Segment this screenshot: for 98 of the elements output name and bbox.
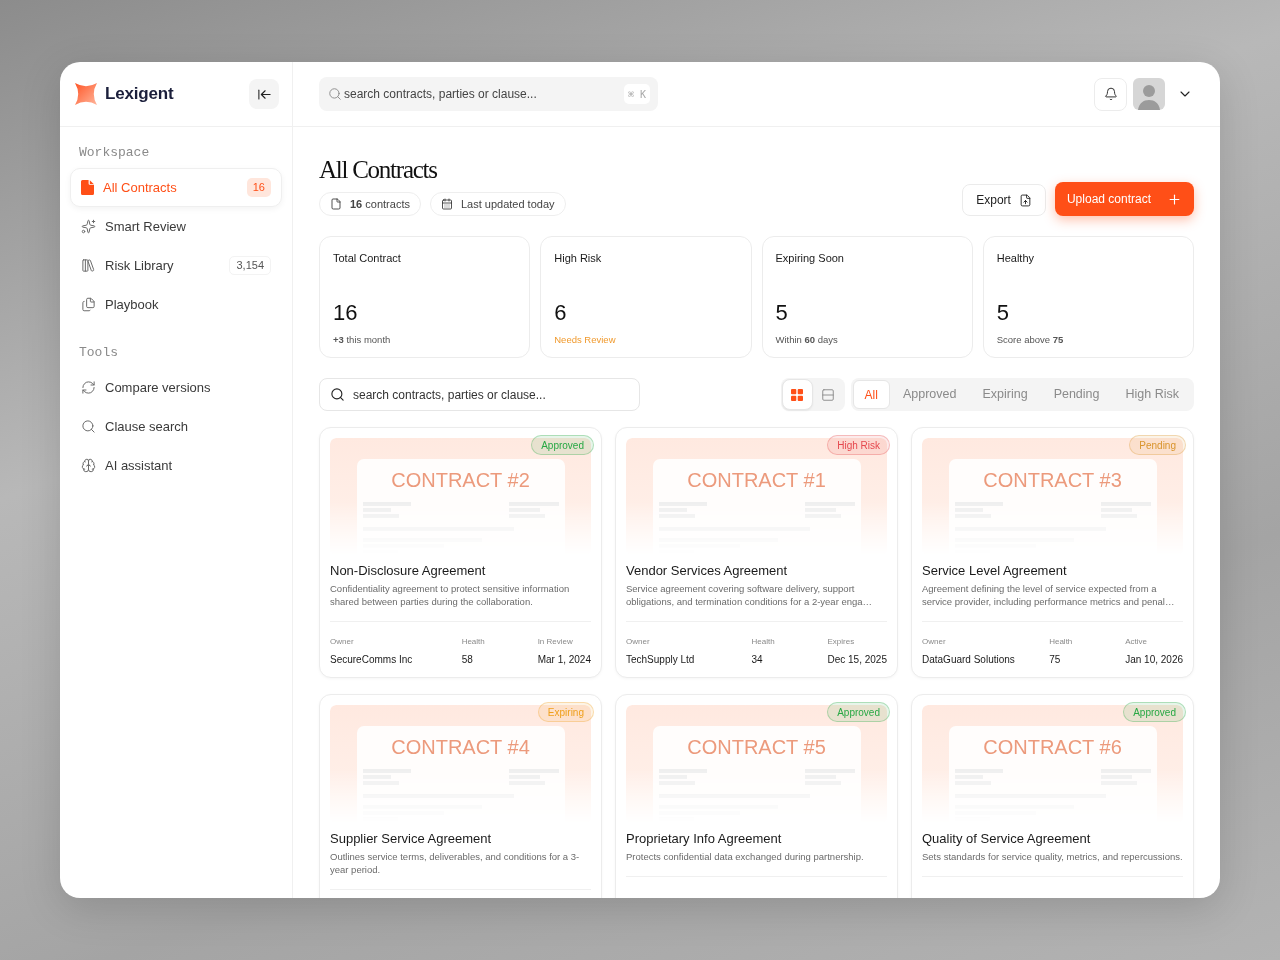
stat-value: 5 [775, 300, 788, 326]
status-badge: Approved [531, 435, 594, 455]
sidebar-item[interactable]: Smart Review [70, 207, 282, 246]
stat-label: Total Contract [333, 251, 401, 265]
meta-value: TechSupply Ltd [626, 653, 695, 666]
contract-description: Protects confidential data exchanged during partnership. [626, 850, 865, 863]
brand-name: Lexigent [105, 83, 174, 106]
contract-title: Quality of Service Agreement [922, 830, 1091, 848]
stat-value: 5 [996, 300, 1009, 326]
status-badge: Expiring [537, 702, 594, 722]
stat-note: Score above 75 [996, 334, 1064, 346]
chip-label: Last updated today [460, 196, 555, 212]
meta-value: SecureComms Inc [330, 653, 413, 666]
contract-card[interactable]: CONTRACT #6 Approved Quality of Service Agreement Sets standards for service quality, metrics, and repercussions. [911, 694, 1194, 898]
meta-label: In Review [537, 637, 573, 647]
meta-value: 75 [1049, 653, 1061, 666]
contract-description: Outlines service terms, deliverables, and conditions for a 3-year period. [330, 850, 581, 876]
contract-description: Sets standards for service quality, metrics, and repercussions. [922, 850, 1183, 863]
stat-note: +3 this month [333, 334, 391, 346]
thumbnail-title: CONTRACT #6 [983, 736, 1122, 758]
thumbnail-title: CONTRACT #1 [687, 469, 826, 491]
sidebar-item[interactable]: Compare versions [70, 368, 282, 407]
meta-value: Jan 10, 2026 [1125, 653, 1183, 666]
documents-icon [81, 297, 96, 312]
meta-value: 58 [461, 653, 473, 666]
calendar-icon [440, 198, 453, 210]
search-icon [81, 419, 96, 434]
meta-label: Owner [922, 637, 946, 647]
stat-label: Healthy [996, 251, 1035, 265]
refresh-icon [81, 380, 96, 395]
brain-icon [81, 458, 96, 473]
stat-note: Needs Review [554, 334, 616, 346]
stat-label: High Risk [554, 251, 602, 265]
contract-title: Proprietary Info Agreement [626, 830, 782, 848]
sidebar-item[interactable]: Risk Library 3,154 [70, 246, 282, 285]
meta-label: Owner [330, 637, 354, 647]
bell-icon [1103, 87, 1118, 101]
thumbnail-title: CONTRACT #2 [391, 469, 530, 491]
file-icon [330, 198, 342, 210]
meta-value: Mar 1, 2024 [537, 653, 591, 666]
status-badge: Approved [827, 702, 890, 722]
item-count: 3,154 [229, 256, 271, 275]
meta-label: Expires [827, 637, 855, 647]
stat-value: 6 [554, 300, 567, 326]
contract-card[interactable] [911, 427, 1194, 678]
sparkles-icon [81, 219, 96, 234]
file-upload-icon [1018, 193, 1032, 207]
stat-note: Within 60 days [775, 334, 838, 346]
search-icon [330, 387, 345, 402]
page-title: All Contracts [319, 155, 437, 185]
meta-value: 34 [751, 653, 763, 666]
contract-description: Confidentiality agreement to protect sensitive information shared between parties during the collaboration. [330, 582, 571, 608]
section-heading: Tools [78, 344, 119, 362]
contract-title: Supplier Service Agreement [330, 830, 492, 848]
collapse-sidebar-button[interactable] [249, 79, 279, 109]
thumbnail-title: CONTRACT #3 [983, 469, 1122, 491]
meta-label: Active [1125, 637, 1147, 647]
sidebar-item[interactable]: Clause search [70, 407, 282, 446]
stat-value: 16 [333, 300, 358, 326]
contract-title: Non-Disclosure Agreement [330, 562, 486, 580]
logo-icon [75, 83, 97, 105]
contract-card[interactable]: CONTRACT #5 Approved Proprietary Info Agreement Protects confidential data exchanged during partnership. [615, 694, 898, 898]
meta-label: Health [751, 637, 775, 647]
shortcut-key: ⌘ K [623, 84, 650, 104]
item-count: 16 [246, 178, 271, 197]
notifications-button[interactable] [1094, 77, 1127, 111]
section-heading: Workspace [78, 144, 151, 162]
contract-description: Service agreement covering software delivery, support obligations, and termination conditions for a 2-year enga… [626, 582, 874, 608]
export-button[interactable]: Export [962, 184, 1046, 216]
contract-title: Vendor Services Agreement [626, 562, 788, 580]
contract-description: Agreement defining the level of service expected from a service provider, including performance metrics and penal… [922, 582, 1176, 608]
meta-value: Dec 15, 2025 [827, 653, 887, 666]
thumbnail-title: CONTRACT #4 [391, 736, 530, 758]
chip-label: 16 contracts [350, 196, 410, 212]
grid-view-button[interactable] [781, 379, 813, 410]
search-icon [328, 87, 342, 101]
search-field[interactable]: search contracts, parties or clause... [319, 378, 640, 411]
stat-label: Expiring Soon [775, 251, 844, 265]
sidebar-item[interactable]: AI assistant [70, 446, 282, 485]
status-badge: Approved [1123, 702, 1186, 722]
file-icon [81, 180, 94, 195]
grid-view-icon [791, 388, 804, 401]
contract-card[interactable] [319, 427, 602, 678]
meta-label: Health [461, 637, 485, 647]
contract-card[interactable] [615, 427, 898, 678]
meta-value: DataGuard Solutions [922, 653, 1015, 666]
meta-label: Owner [626, 637, 650, 647]
sidebar-item[interactable]: Playbook [70, 285, 282, 324]
meta-label: Health [1049, 637, 1073, 647]
contract-card[interactable]: CONTRACT #4 Expiring Supplier Service Agreement Outlines service terms, deliverables, and conditions for a 3-year period. [319, 694, 602, 898]
avatar-icon[interactable] [1133, 78, 1165, 110]
contract-title: Service Level Agreement [922, 562, 1067, 580]
list-view-icon [821, 387, 836, 402]
thumbnail-title: CONTRACT #5 [687, 736, 826, 758]
status-badge: High Risk [827, 435, 890, 455]
books-icon [81, 258, 96, 273]
plus-icon [1167, 191, 1182, 207]
status-badge: Pending [1129, 435, 1186, 455]
